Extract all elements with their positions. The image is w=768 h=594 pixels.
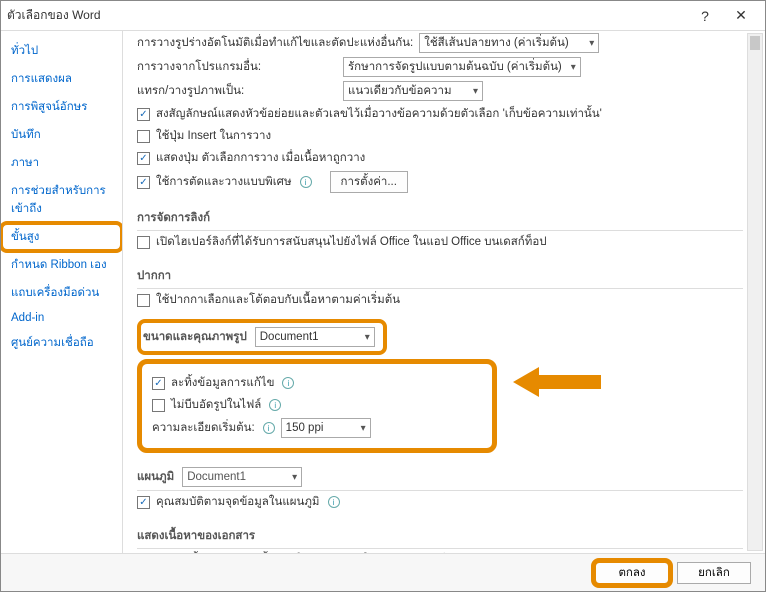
cancel-button[interactable]: ยกเลิก: [677, 562, 751, 584]
settings-button[interactable]: การตั้งค่า...: [330, 171, 408, 193]
info-icon[interactable]: i: [300, 176, 312, 188]
sidebar-item-9[interactable]: Add-in: [1, 307, 122, 329]
info-icon[interactable]: i: [269, 399, 281, 411]
sidebar-item-5[interactable]: การช่วยสำหรับการเข้าถึง: [1, 177, 122, 223]
insert-key-label: ใช้ปุ่ม Insert ในการวาง: [156, 127, 271, 145]
sidebar-item-8[interactable]: แถบเครื่องมือด่วน: [1, 279, 122, 307]
image-quality-doc-select[interactable]: Document1: [255, 327, 375, 347]
window-title: ตัวเลือกของ Word: [7, 6, 687, 25]
info-icon[interactable]: i: [282, 377, 294, 389]
insert-image-label: แทรก/วางรูปภาพเป็น:: [137, 82, 337, 100]
sidebar-item-0[interactable]: ทั่วไป: [1, 37, 122, 65]
chart-section-title: แผนภูมิ: [137, 468, 174, 486]
sidebar-item-1[interactable]: การแสดงผล: [1, 65, 122, 93]
open-links-checkbox[interactable]: [137, 236, 150, 249]
show-paste-options-checkbox[interactable]: ✓: [137, 152, 150, 165]
sidebar: ทั่วไปการแสดงผลการพิสูจน์อักษรบันทึกภาษา…: [1, 31, 123, 553]
image-quality-section-title: ขนาดและคุณภาพรูป: [143, 328, 247, 346]
pen-default-label: ใช้ปากกาเลือกและโต้ตอบกับเนื้อหาตามค่าเร…: [156, 291, 400, 309]
chart-props-checkbox[interactable]: ✓: [137, 496, 150, 509]
annotation-arrow-icon: [513, 365, 603, 399]
insert-key-checkbox[interactable]: [137, 130, 150, 143]
close-button[interactable]: ✕: [723, 2, 759, 30]
ok-button[interactable]: ตกลง: [595, 562, 669, 584]
sidebar-item-10[interactable]: ศูนย์ความเชื่อถือ: [1, 329, 122, 357]
paste-other-label: การวางจากโปรแกรมอื่น:: [137, 58, 337, 76]
highlight-image-settings: ✓ ละทิ้งข้อมูลการแก้ไข i ไม่บีบอัดรูปในไฟล…: [137, 359, 497, 453]
sidebar-item-4[interactable]: ภาษา: [1, 149, 122, 177]
options-panel: การวางรูปร่างอัตโนมัติเมื่อทำแก้ไขและตัด…: [123, 31, 765, 553]
paste-other-select[interactable]: รักษาการจัดรูปแบบตามต้นฉบับ (ค่าเริ่มต้น…: [343, 57, 581, 77]
help-button[interactable]: ?: [687, 2, 723, 30]
smart-cut-paste-label: ใช้การตัดและวางแบบพิเศษ: [156, 173, 292, 191]
discard-editing-label: ละทิ้งข้อมูลการแก้ไข: [171, 374, 274, 392]
chart-doc-select[interactable]: Document1: [182, 467, 302, 487]
scrollbar[interactable]: [747, 33, 763, 551]
insert-image-select[interactable]: แนวเดียวกับข้อความ: [343, 81, 483, 101]
sidebar-item-2[interactable]: การพิสูจน์อักษร: [1, 93, 122, 121]
doc-content-section-title: แสดงเนื้อหาของเอกสาร: [137, 521, 743, 549]
smart-cut-paste-checkbox[interactable]: ✓: [137, 176, 150, 189]
show-bg-label: แสดงสีพื้นหลังและรูปพื้นหลังในมุมมองเค้า…: [156, 551, 445, 553]
keep-bullets-checkbox[interactable]: ✓: [137, 108, 150, 121]
default-resolution-select[interactable]: 150 ppi: [281, 418, 371, 438]
sidebar-item-7[interactable]: กำหนด Ribbon เอง: [1, 251, 122, 279]
pen-default-checkbox[interactable]: [137, 294, 150, 307]
keep-bullets-label: สงสัญลักษณ์แสดงหัวข้อย่อยและตัวเลขไว้เมื…: [156, 105, 602, 123]
discard-editing-checkbox[interactable]: ✓: [152, 377, 165, 390]
no-compress-label: ไม่บีบอัดรูปในไฟล์: [171, 396, 261, 414]
paste-shapes-label: การวางรูปร่างอัตโนมัติเมื่อทำแก้ไขและตัด…: [137, 34, 413, 52]
no-compress-checkbox[interactable]: [152, 399, 165, 412]
paste-shapes-select[interactable]: ใช้สีเส้นปลายทาง (ค่าเริ่มต้น): [419, 33, 599, 53]
pen-section-title: ปากกา: [137, 261, 743, 289]
sidebar-item-6[interactable]: ขั้นสูง: [1, 223, 122, 251]
sidebar-item-3[interactable]: บันทึก: [1, 121, 122, 149]
link-section-title: การจัดการลิงก์: [137, 203, 743, 231]
default-resolution-label: ความละเอียดเริ่มต้น:: [152, 419, 255, 437]
chart-props-label: คุณสมบัติตามจุดข้อมูลในแผนภูมิ: [156, 493, 320, 511]
info-icon[interactable]: i: [263, 422, 275, 434]
open-links-label: เปิดไฮเปอร์ลิงก์ที่ได้รับการสนับสนุนไปยั…: [156, 233, 547, 251]
show-paste-options-label: แสดงปุ่ม ตัวเลือกการวาง เมื่อเนื้อหาถูกว…: [156, 149, 365, 167]
info-icon[interactable]: i: [328, 496, 340, 508]
